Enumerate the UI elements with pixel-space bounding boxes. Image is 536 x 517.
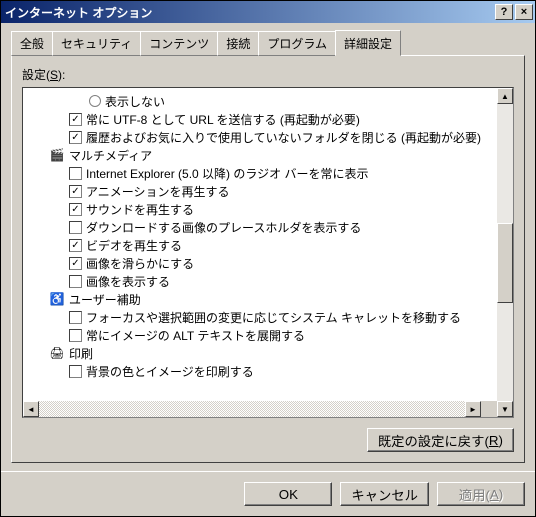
scroll-left-button[interactable]: ◄ xyxy=(23,401,39,417)
titlebar: インターネット オプション ? × xyxy=(1,1,535,23)
checkbox-icon[interactable]: ✓ xyxy=(69,131,82,144)
checkbox-icon[interactable] xyxy=(69,329,82,342)
titlebar-buttons: ? × xyxy=(495,4,533,20)
tree-item-label: マルチメディア xyxy=(69,147,152,164)
apply-button[interactable]: 適用(A) xyxy=(437,482,525,506)
scrollbar-vertical[interactable]: ▲ ▼ xyxy=(497,88,513,417)
tree-item-label: 画像を滑らかにする xyxy=(86,255,194,272)
scroll-down-button[interactable]: ▼ xyxy=(497,401,513,417)
dialog-content: 全般セキュリティコンテンツ接続プログラム詳細設定 設定(S): 表示しない ✓ 常に… xyxy=(1,23,535,471)
tree-row-6[interactable]: ✓ サウンドを再生する xyxy=(25,200,495,218)
tree-item-label: ユーザー補助 xyxy=(69,291,141,308)
tree-row-13[interactable]: 常にイメージの ALT テキストを展開する xyxy=(25,326,495,344)
internet-options-dialog: インターネット オプション ? × 全般セキュリティコンテンツ接続プログラム詳細… xyxy=(0,0,536,517)
checkbox-icon[interactable] xyxy=(69,365,82,378)
radio-icon[interactable] xyxy=(89,95,101,107)
restore-defaults-button[interactable]: 既定の設定に戻す(R) xyxy=(367,428,514,452)
tree-item-label: Internet Explorer (5.0 以降) のラジオ バーを常に表示 xyxy=(86,165,368,182)
checkbox-icon[interactable] xyxy=(69,167,82,180)
checkbox-icon[interactable] xyxy=(69,311,82,324)
tab-strip: 全般セキュリティコンテンツ接続プログラム詳細設定 xyxy=(11,31,525,56)
tree-row-3: 🎬マルチメディア xyxy=(25,146,495,164)
tree-item-label: 画像を表示する xyxy=(86,273,170,290)
tab-5[interactable]: 詳細設定 xyxy=(335,30,401,56)
tree-item-label: 印刷 xyxy=(69,345,93,362)
help-button[interactable]: ? xyxy=(495,4,513,20)
tab-4[interactable]: プログラム xyxy=(258,31,336,56)
checkbox-icon[interactable] xyxy=(69,221,82,234)
tree-row-10[interactable]: 画像を表示する xyxy=(25,272,495,290)
tree-item-label: フォーカスや選択範囲の変更に応じてシステム キャレットを移動する xyxy=(86,309,461,326)
settings-label: 設定(S): xyxy=(22,66,514,83)
scroll-right-button[interactable]: ► xyxy=(465,401,481,417)
checkbox-icon[interactable]: ✓ xyxy=(69,203,82,216)
tree-item-label: 表示しない xyxy=(105,93,165,110)
tree-row-14: 🖨印刷 xyxy=(25,344,495,362)
scroll-track-v[interactable] xyxy=(497,104,513,401)
tree-item-label: 履歴およびお気に入りで使用していないフォルダを閉じる (再起動が必要) xyxy=(86,129,481,146)
tree-row-8[interactable]: ✓ ビデオを再生する xyxy=(25,236,495,254)
tab-3[interactable]: 接続 xyxy=(217,31,259,56)
tree-item-label: 常に UTF-8 として URL を送信する (再起動が必要) xyxy=(86,111,360,128)
close-button[interactable]: × xyxy=(515,4,533,20)
advanced-tab-panel: 設定(S): 表示しない ✓ 常に UTF-8 として URL を送信する (再起動… xyxy=(11,55,525,463)
ok-button[interactable]: OK xyxy=(244,482,332,506)
tree-item-label: 常にイメージの ALT テキストを展開する xyxy=(86,327,305,344)
tree-row-5[interactable]: ✓ アニメーションを再生する xyxy=(25,182,495,200)
checkbox-icon[interactable]: ✓ xyxy=(69,113,82,126)
tree-row-11: ♿ユーザー補助 xyxy=(25,290,495,308)
scroll-up-button[interactable]: ▲ xyxy=(497,88,513,104)
tree-row-0[interactable]: 表示しない xyxy=(25,92,495,110)
restore-row: 既定の設定に戻す(R) xyxy=(22,428,514,452)
tree-item-label: 背景の色とイメージを印刷する xyxy=(86,363,254,380)
tree-row-9[interactable]: ✓ 画像を滑らかにする xyxy=(25,254,495,272)
tree-row-4[interactable]: Internet Explorer (5.0 以降) のラジオ バーを常に表示 xyxy=(25,164,495,182)
tab-2[interactable]: コンテンツ xyxy=(140,31,218,56)
printer-icon: 🖨 xyxy=(49,345,65,361)
cancel-button[interactable]: キャンセル xyxy=(340,482,429,506)
accessibility-icon: ♿ xyxy=(49,291,65,307)
dialog-buttons: OK キャンセル 適用(A) xyxy=(1,471,535,516)
settings-tree: 表示しない ✓ 常に UTF-8 として URL を送信する (再起動が必要) ✓ 履歴… xyxy=(22,87,514,418)
tree-row-7[interactable]: ダウンロードする画像のプレースホルダを表示する xyxy=(25,218,495,236)
checkbox-icon[interactable]: ✓ xyxy=(69,257,82,270)
window-title: インターネット オプション xyxy=(5,4,495,21)
checkbox-icon[interactable]: ✓ xyxy=(69,239,82,252)
multimedia-icon: 🎬 xyxy=(49,147,65,163)
tree-row-15[interactable]: 背景の色とイメージを印刷する xyxy=(25,362,495,380)
scroll-thumb[interactable] xyxy=(497,223,513,303)
tree-row-1[interactable]: ✓ 常に UTF-8 として URL を送信する (再起動が必要) xyxy=(25,110,495,128)
tree-item-label: ダウンロードする画像のプレースホルダを表示する xyxy=(86,219,361,236)
tab-1[interactable]: セキュリティ xyxy=(52,31,141,56)
scroll-track-h[interactable] xyxy=(39,401,465,417)
tree-item-label: アニメーションを再生する xyxy=(86,183,230,200)
scrollbar-horizontal[interactable]: ◄ ► xyxy=(23,401,497,417)
checkbox-icon[interactable]: ✓ xyxy=(69,185,82,198)
tree-item-label: サウンドを再生する xyxy=(86,201,194,218)
tree-row-12[interactable]: フォーカスや選択範囲の変更に応じてシステム キャレットを移動する xyxy=(25,308,495,326)
tree-content: 表示しない ✓ 常に UTF-8 として URL を送信する (再起動が必要) ✓ 履歴… xyxy=(23,88,497,401)
checkbox-icon[interactable] xyxy=(69,275,82,288)
tab-0[interactable]: 全般 xyxy=(11,31,53,56)
tree-item-label: ビデオを再生する xyxy=(86,237,182,254)
tree-row-2[interactable]: ✓ 履歴およびお気に入りで使用していないフォルダを閉じる (再起動が必要) xyxy=(25,128,495,146)
